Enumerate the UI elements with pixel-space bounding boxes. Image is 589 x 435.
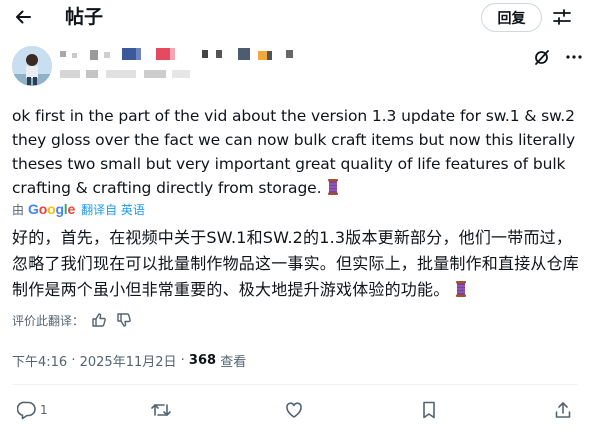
share-icon [555,402,571,418]
translated-by: 由 Google 翻译自 英语 [12,199,145,219]
retweet-icon [151,404,171,416]
thread-spool-icon [328,179,339,195]
meta-separator: · [67,352,80,368]
bookmark-action[interactable] [419,395,439,425]
avatar[interactable] [12,46,52,86]
grok-icon[interactable] [531,46,553,68]
thumbs-up-icon[interactable] [89,310,109,330]
tweet-time[interactable]: 下午4:16 [12,351,67,370]
share-action[interactable] [553,395,573,425]
rate-translation: 评价此翻译： [12,310,134,330]
thread-spool-icon [456,281,467,297]
top-bar: 帖子 回复 [0,0,589,36]
tweet-meta: 下午4:16 · 2025年11月2日 · 368 查看 [12,350,246,370]
tweet-text: ok first in the part of the vid about th… [12,104,584,200]
translated-from-link[interactable]: 翻译自 英语 [81,201,145,218]
divider [12,384,578,385]
arrow-left-icon [16,10,31,24]
views-label-text: 查看 [220,354,247,370]
views-count[interactable]: 368 [189,353,216,368]
reply-button[interactable]: 回复 [481,3,542,32]
more-options-icon[interactable] [563,46,585,68]
adjust-icon[interactable] [549,4,575,30]
like-action[interactable] [284,395,304,425]
reply-action[interactable]: 1 [17,395,48,425]
meta-separator: · [176,352,189,368]
tweet-text-content: ok first in the part of the vid about th… [12,107,576,197]
rate-translation-label: 评价此翻译： [12,313,85,328]
page-title: 帖子 [65,6,104,28]
reply-count: 1 [40,403,48,417]
google-logo: Google [28,201,76,217]
bookmark-icon [423,401,435,419]
thumbs-down-icon[interactable] [114,310,134,330]
tweet-date[interactable]: 2025年11月2日 [80,351,177,370]
translation-text-content: 好的，首先，在视频中关于SW.1和SW.2的1.3版本更新部分，他们一带而过，忽… [12,228,580,299]
author-handle[interactable] [60,68,220,82]
retweet-action[interactable] [150,395,172,425]
author-name[interactable] [60,48,300,68]
translated-by-prefix: 由 [12,202,25,217]
back-button[interactable] [8,2,38,32]
comment-icon [17,401,36,420]
heart-icon [286,402,302,418]
translation-text: 好的，首先，在视频中关于SW.1和SW.2的1.3版本更新部分，他们一带而过，忽… [12,225,584,303]
